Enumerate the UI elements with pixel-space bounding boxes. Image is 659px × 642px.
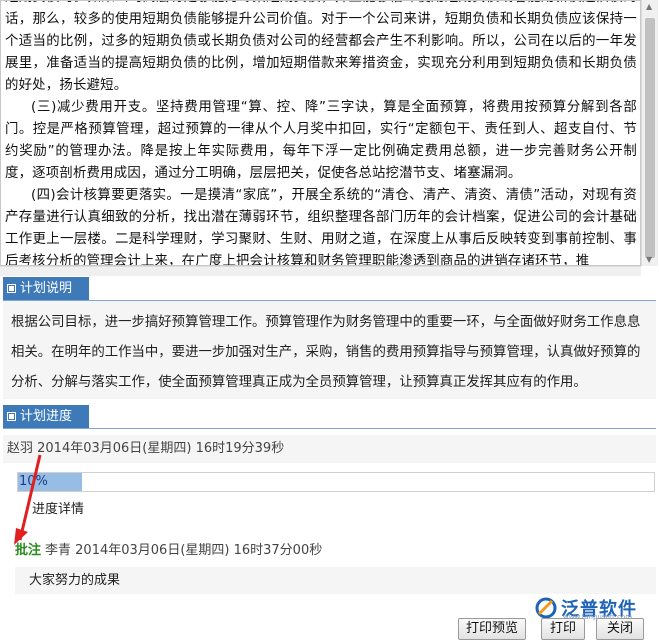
vertical-scrollbar[interactable]: ▲ ▼	[641, 0, 658, 266]
scroll-down-icon[interactable]: ▼	[646, 255, 652, 264]
document-paragraph-3: (四)会计核算要更落实。一是摸清“家底”，开展全系统的“清仓、清产、清资、清债”…	[5, 188, 637, 266]
progress-author-timestamp: 赵羽 2014年03月06日(星期四) 16时19分39秒	[3, 435, 656, 463]
document-paragraph-1: 短期负债时。如果公司高层有足够能力筹集短期负债，并且能够借环使用短期负债或者能用…	[5, 1, 637, 93]
progress-percent: 10%	[19, 474, 48, 489]
plan-description-title: 计划说明	[20, 281, 73, 296]
progress-detail-label: 进度详情	[32, 502, 85, 517]
close-button[interactable]: 关闭	[596, 618, 644, 640]
section-bullet-icon	[7, 284, 16, 293]
print-preview-button[interactable]: 打印预览	[458, 618, 526, 640]
document-text: 短期负债时。如果公司高层有足够能力筹集短期负债，并且能够借环使用短期负债或者能用…	[5, 1, 637, 266]
scroll-up-icon[interactable]: ▲	[646, 2, 652, 11]
brand-logo: 泛普软件 www.fanpusoft.com	[535, 596, 637, 621]
document-viewer[interactable]: 短期负债时。如果公司高层有足够能力筹集短期负债，并且能够借环使用短期负债或者能用…	[0, 0, 641, 266]
plan-progress-header: 计划进度	[3, 405, 89, 429]
comment-tag: 批注	[15, 543, 42, 558]
horizontal-scrollbar[interactable]	[0, 266, 641, 276]
comment-author-timestamp: 李青 2014年03月06日(星期四) 16时37分00秒	[45, 543, 323, 558]
plan-description-text: 根据公司目标，进一步搞好预算管理工作。预算管理作为财务管理中的重要一环，与全面做…	[3, 301, 656, 399]
section-bullet-icon	[7, 412, 16, 421]
progress-bar: 10%	[17, 472, 655, 492]
print-button[interactable]: 打印	[541, 618, 585, 640]
comment-text: 大家努力的成果	[15, 567, 656, 594]
comment-header: 批注 李青 2014年03月06日(星期四) 16时37分00秒	[15, 539, 656, 563]
plan-progress-title: 计划进度	[20, 409, 73, 424]
scrollbar-thumb[interactable]	[645, 18, 655, 258]
annotation-arrow-line	[18, 454, 42, 541]
document-paragraph-2: (三)减少费用开支。坚持费用管理“算、控、降”三字诀，算是全面预算，将费用按预算…	[5, 100, 637, 181]
plan-description-header: 计划说明	[3, 277, 89, 301]
logo-icon	[535, 597, 557, 619]
section-divider	[3, 428, 656, 429]
